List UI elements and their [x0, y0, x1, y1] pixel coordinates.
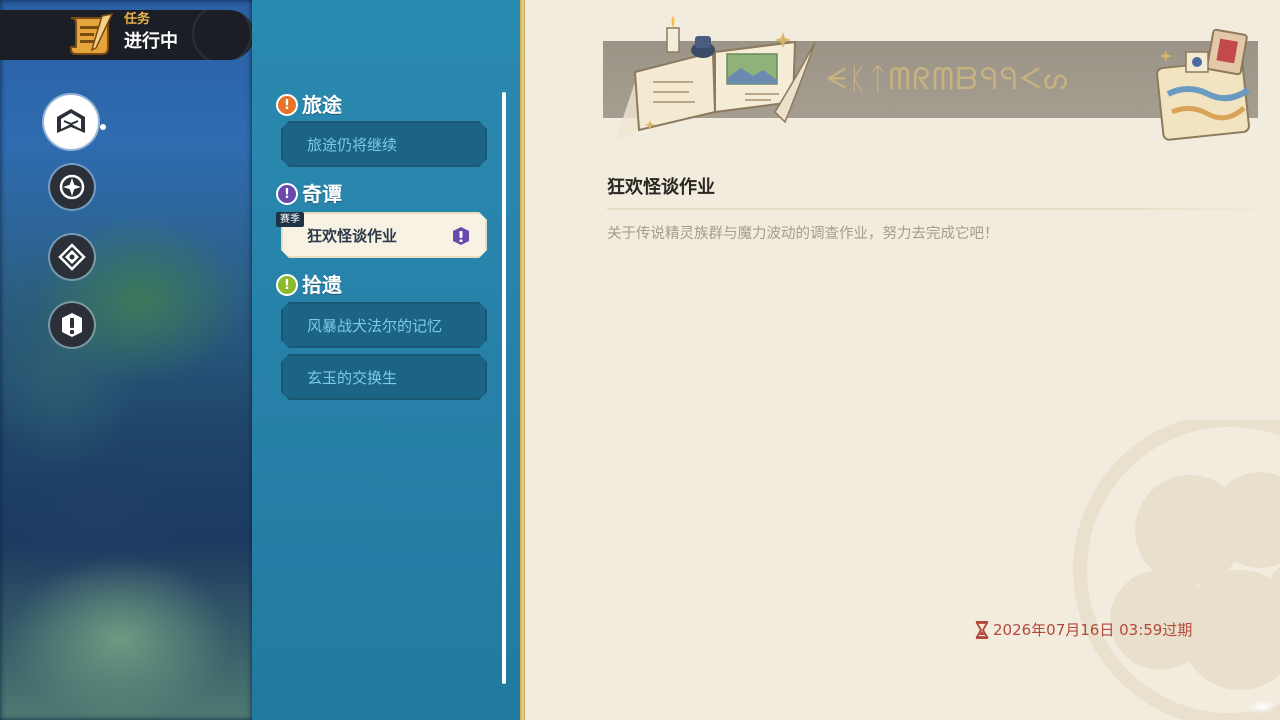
background-emblem-decoration: [1073, 420, 1280, 720]
corner-glint: [1247, 700, 1277, 714]
quest-book-icon: [57, 109, 85, 133]
quest-expiry: 2026年07月16日 03:59过期: [975, 620, 1192, 640]
sparkle-icon: [645, 120, 655, 130]
exclamation-icon: [62, 313, 82, 337]
header-subtitle: 任务: [124, 12, 151, 27]
compass-emblem-icon: [59, 174, 85, 200]
nav-diamond-button[interactable]: [50, 235, 94, 279]
quest-item-journey-continues[interactable]: 旅途仍将继续: [281, 121, 487, 167]
nav-quest-book-button[interactable]: [44, 95, 98, 149]
hourglass-icon: [975, 621, 989, 639]
quest-detail-panel: ᗕᛕᛏᗰᖇᗰᗷᑫᑫᐸᔕ 狂欢怪谈作业 关于传说精灵族群与魔力波动的调查作业，努力…: [525, 0, 1280, 720]
quest-description: 关于传说精灵族群与魔力波动的调查作业，努力去完成它吧！: [607, 226, 999, 242]
quest-label: 狂欢怪谈作业: [307, 227, 398, 245]
quest-item-carnival-homework[interactable]: 狂欢怪谈作业: [281, 212, 487, 258]
exclamation-icon: [451, 226, 471, 246]
section-label: 奇谭: [302, 182, 342, 206]
nav-active-indicator: [100, 124, 106, 130]
exclamation-icon: !: [276, 183, 298, 205]
title-divider: [607, 208, 1280, 210]
section-label: 拾遗: [302, 273, 342, 297]
sparkle-icon: [1160, 50, 1172, 62]
map-illustration: [1156, 28, 1250, 141]
quest-label: 风暴战犬法尔的记忆: [307, 317, 443, 335]
nav-exclamation-button[interactable]: [50, 303, 94, 347]
quest-list-scrollbar[interactable]: [502, 92, 506, 684]
section-header-wonder: ! 奇谭: [276, 182, 342, 206]
section-label: 旅途: [302, 93, 342, 117]
header-title: 进行中: [124, 31, 178, 52]
scroll-icon: [70, 12, 114, 55]
section-header-gleanings: ! 拾遗: [276, 273, 342, 297]
exclamation-icon: !: [276, 94, 298, 116]
quest-title: 狂欢怪谈作业: [607, 177, 715, 198]
banner-runes: ᗕᛕᛏᗰᖇᗰᗷᑫᑫᐸᔕ: [825, 62, 1071, 97]
quest-item-jade-exchange-student[interactable]: 玄玉的交换生: [281, 354, 487, 400]
open-book-illustration: [615, 16, 816, 142]
header-decoration: [192, 10, 252, 60]
diamond-emblem-icon: [58, 243, 86, 271]
seasonal-tag: 赛季: [276, 212, 304, 227]
exclamation-icon: !: [276, 274, 298, 296]
background-scene: [0, 0, 252, 720]
header-badge: 任务 进行中: [0, 10, 254, 60]
quest-item-storm-hound-memory[interactable]: 风暴战犬法尔的记忆: [281, 302, 487, 348]
section-header-journey: ! 旅途: [276, 93, 342, 117]
quest-label: 玄玉的交换生: [307, 369, 398, 387]
expiry-text: 2026年07月16日 03:59过期: [993, 621, 1193, 639]
sparkle-icon: [775, 32, 791, 48]
nav-compass-button[interactable]: [50, 165, 94, 209]
quest-label: 旅途仍将继续: [307, 136, 398, 154]
